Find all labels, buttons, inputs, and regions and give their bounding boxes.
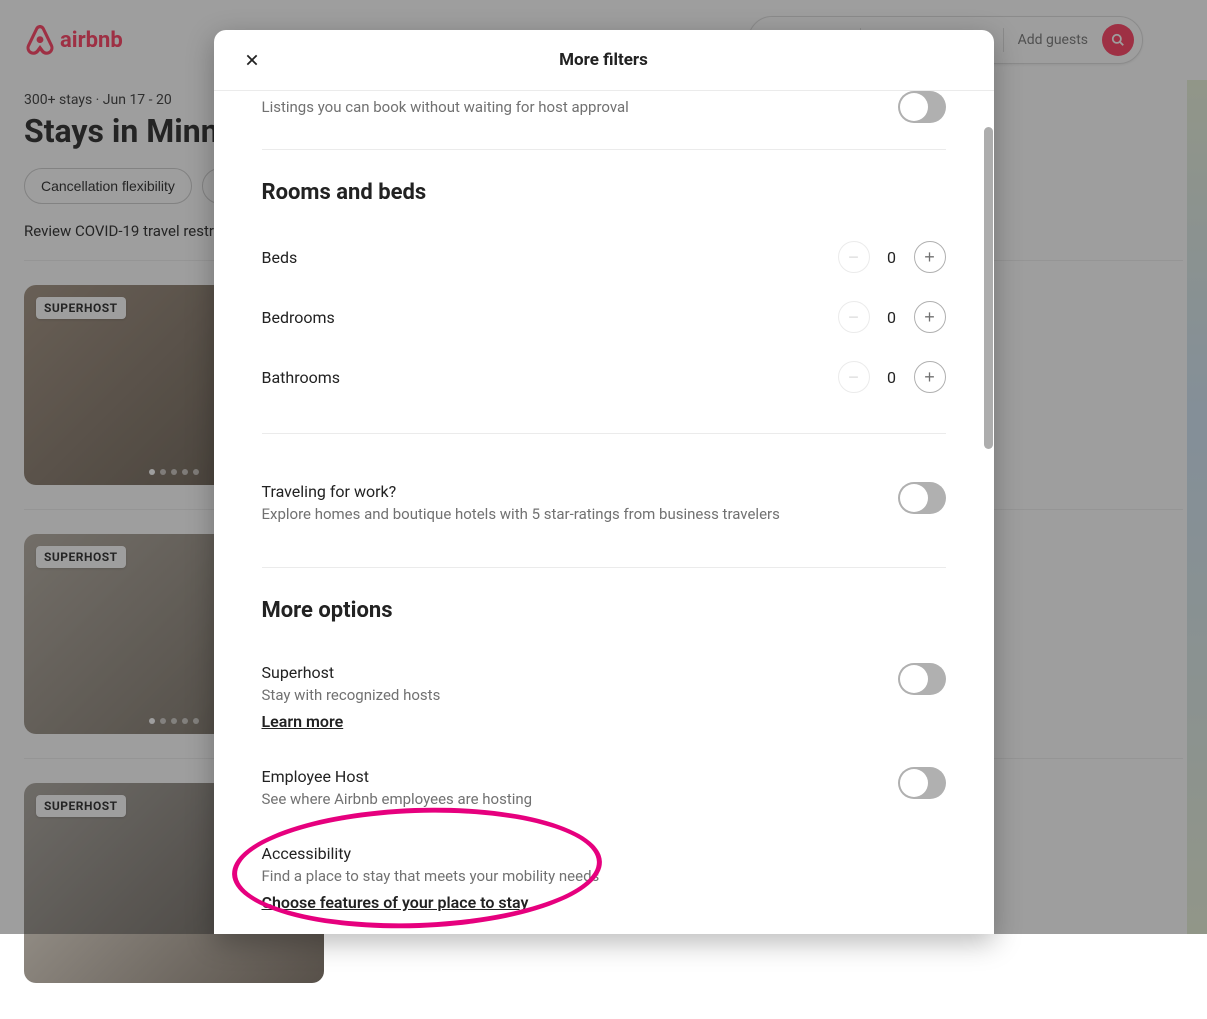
accessibility-choose-features-link[interactable]: Choose features of your place to stay xyxy=(262,893,529,912)
beds-decrement[interactable]: − xyxy=(838,241,870,273)
bathrooms-label: Bathrooms xyxy=(262,368,341,387)
modal-header: More filters xyxy=(214,30,994,91)
beds-counter: − 0 + xyxy=(838,241,946,273)
beds-row: Beds − 0 + xyxy=(262,227,946,287)
superhost-toggle[interactable] xyxy=(898,663,946,695)
instant-book-row: Listings you can book without waiting fo… xyxy=(262,91,946,149)
more-filters-modal: More filters Listings you can book witho… xyxy=(214,30,994,934)
close-button[interactable] xyxy=(238,46,266,74)
work-title: Traveling for work? xyxy=(262,482,780,501)
employee-toggle[interactable] xyxy=(898,767,946,799)
modal-body[interactable]: Listings you can book without waiting fo… xyxy=(214,91,994,934)
beds-increment[interactable]: + xyxy=(914,241,946,273)
bathrooms-value: 0 xyxy=(884,368,900,387)
modal-scrollbar[interactable] xyxy=(984,127,993,449)
accessibility-row: Accessibility Find a place to stay that … xyxy=(262,826,946,930)
bathrooms-counter: − 0 + xyxy=(838,361,946,393)
superhost-row: Superhost Stay with recognized hosts Lea… xyxy=(262,645,946,749)
close-icon xyxy=(245,53,259,67)
work-toggle[interactable] xyxy=(898,482,946,514)
bedrooms-decrement[interactable]: − xyxy=(838,301,870,333)
bathrooms-increment[interactable]: + xyxy=(914,361,946,393)
rooms-section: Rooms and beds Beds − 0 + Bedrooms − 0 + xyxy=(262,149,946,433)
employee-subtitle: See where Airbnb employees are hosting xyxy=(262,790,533,808)
work-row: Traveling for work? Explore homes and bo… xyxy=(262,464,946,541)
bathrooms-row: Bathrooms − 0 + xyxy=(262,347,946,407)
bedrooms-increment[interactable]: + xyxy=(914,301,946,333)
rooms-heading: Rooms and beds xyxy=(262,180,946,205)
accessibility-title: Accessibility xyxy=(262,844,600,863)
employee-title: Employee Host xyxy=(262,767,533,786)
bedrooms-value: 0 xyxy=(884,308,900,327)
bedrooms-label: Bedrooms xyxy=(262,308,335,327)
work-subtitle: Explore homes and boutique hotels with 5… xyxy=(262,505,780,523)
modal-overlay[interactable]: More filters Listings you can book witho… xyxy=(0,0,1207,934)
accessibility-subtitle: Find a place to stay that meets your mob… xyxy=(262,867,600,885)
superhost-learn-more-link[interactable]: Learn more xyxy=(262,712,344,731)
beds-value: 0 xyxy=(884,248,900,267)
superhost-subtitle: Stay with recognized hosts xyxy=(262,686,441,704)
beds-label: Beds xyxy=(262,248,298,267)
more-options-heading: More options xyxy=(262,598,946,623)
bedrooms-counter: − 0 + xyxy=(838,301,946,333)
bathrooms-decrement[interactable]: − xyxy=(838,361,870,393)
work-section: Traveling for work? Explore homes and bo… xyxy=(262,433,946,567)
more-options-section: More options Superhost Stay with recogni… xyxy=(262,567,946,934)
superhost-title: Superhost xyxy=(262,663,441,682)
bedrooms-row: Bedrooms − 0 + xyxy=(262,287,946,347)
modal-title: More filters xyxy=(559,50,648,70)
instant-book-toggle[interactable] xyxy=(898,91,946,123)
employee-host-row: Employee Host See where Airbnb employees… xyxy=(262,749,946,826)
instant-book-subtitle: Listings you can book without waiting fo… xyxy=(262,98,629,116)
